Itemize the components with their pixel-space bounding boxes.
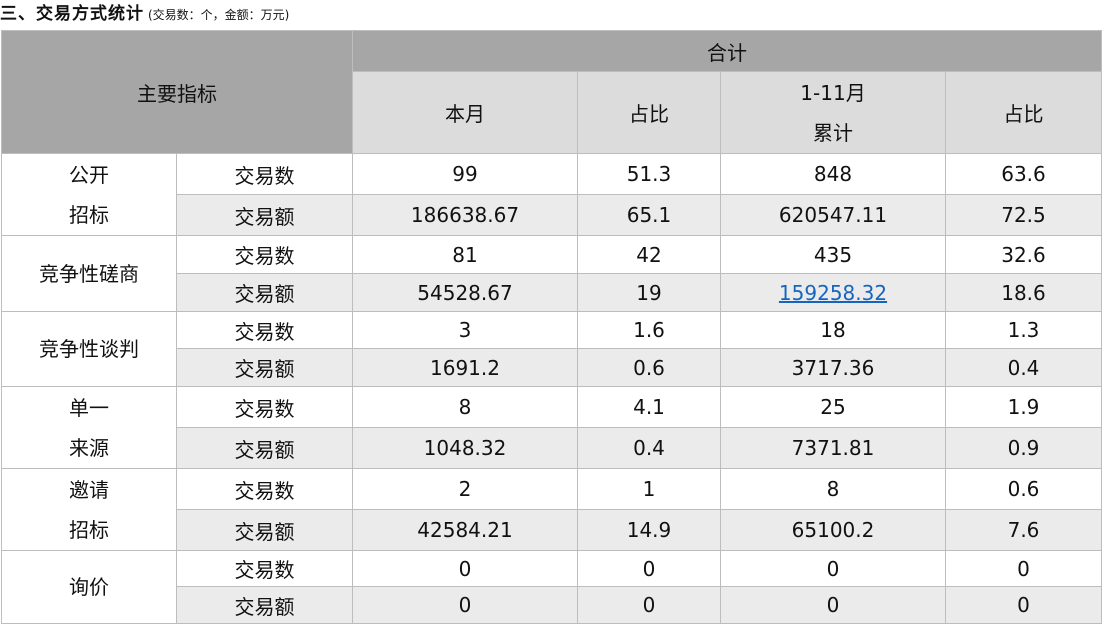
metric-cell: 交易数 — [176, 550, 353, 587]
month-value-cell: 42584.21 — [352, 509, 578, 551]
table-body: 公开 招标 交易数 99 51.3 848 63.6 交易额 186638.67 65.1 6205… — [1, 153, 1102, 624]
cumulative-share-cell: 0 — [945, 550, 1102, 587]
cumulative-share-header: 占比 — [945, 71, 1102, 154]
cumulative-header-line1: 1-11月 — [800, 80, 866, 105]
month-share-header: 占比 — [577, 71, 721, 154]
table-row: 公开 招标 交易数 99 51.3 848 63.6 — [1, 153, 1102, 236]
cumulative-share-cell: 1.9 — [945, 386, 1102, 428]
month-value-cell: 186638.67 — [352, 194, 578, 236]
row-group-label-line: 询价 — [69, 575, 109, 599]
cumulative-value-cell: 159258.32 — [720, 273, 946, 312]
month-share-cell: 0 — [577, 550, 721, 587]
metric-cell: 交易额 — [176, 427, 353, 469]
month-share-cell: 0.6 — [577, 348, 721, 387]
section-title-text: 三、交易方式统计 — [0, 4, 144, 24]
cumulative-share-cell: 7.6 — [945, 509, 1102, 551]
month-share-cell: 0.4 — [577, 427, 721, 469]
row-group-label: 单一 来源 — [1, 386, 177, 469]
row-group-label: 询价 — [1, 550, 177, 624]
row-group-label-line: 公开 — [69, 162, 109, 187]
total-header: 合计 — [352, 30, 1102, 72]
row-group-label-line: 竞争性磋商 — [39, 261, 139, 286]
metric-cell: 交易数 — [176, 468, 353, 510]
metric-cell: 交易额 — [176, 273, 353, 312]
month-share-cell: 4.1 — [577, 386, 721, 428]
row-group-label: 竞争性谈判 — [1, 311, 177, 387]
month-value-cell: 8 — [352, 386, 578, 428]
row-group-label: 公开 招标 — [1, 153, 177, 236]
cumulative-value-cell: 435 — [720, 235, 946, 274]
cumulative-share-cell: 0.9 — [945, 427, 1102, 469]
row-group-label-line: 竞争性谈判 — [39, 337, 139, 361]
cumulative-share-cell: 63.6 — [945, 153, 1102, 195]
cumulative-value-cell: 18 — [720, 311, 946, 349]
metric-cell: 交易额 — [176, 194, 353, 236]
month-share-cell: 14.9 — [577, 509, 721, 551]
month-share-cell: 42 — [577, 235, 721, 274]
cumulative-value-cell: 0 — [720, 586, 946, 624]
cumulative-value-cell: 620547.11 — [720, 194, 946, 236]
cumulative-share-cell: 1.3 — [945, 311, 1102, 349]
cumulative-share-cell: 18.6 — [945, 273, 1102, 312]
cumulative-value-cell: 8 — [720, 468, 946, 510]
row-group-label-line: 邀请 — [69, 477, 109, 502]
month-value-cell: 54528.67 — [352, 273, 578, 312]
month-share-cell: 1.6 — [577, 311, 721, 349]
month-share-cell: 19 — [577, 273, 721, 312]
month-value-cell: 2 — [352, 468, 578, 510]
row-group-label-line: 单一 — [69, 395, 109, 420]
table-row: 单一 来源 交易数 8 4.1 25 1.9 — [1, 386, 1102, 469]
cumulative-value-cell: 65100.2 — [720, 509, 946, 551]
section-title: 三、交易方式统计 (交易数：个，金额：万元) — [0, 0, 289, 28]
table-row: 竞争性磋商 交易数 81 42 435 32.6 — [1, 235, 1102, 312]
row-group-label-line: 来源 — [69, 435, 109, 460]
row-group-label: 竞争性磋商 — [1, 235, 177, 312]
transaction-method-table: 主要指标 合计 本月 占比 1-11月 累计 占比 公开 招标 交易数 99 51.3 8… — [1, 30, 1102, 624]
cumulative-value-cell: 3717.36 — [720, 348, 946, 387]
month-share-cell: 1 — [577, 468, 721, 510]
metric-cell: 交易数 — [176, 386, 353, 428]
cumulative-value-link[interactable]: 159258.32 — [779, 281, 887, 305]
cumulative-share-cell: 72.5 — [945, 194, 1102, 236]
month-value-cell: 1691.2 — [352, 348, 578, 387]
this-month-header: 本月 — [352, 71, 578, 154]
metric-cell: 交易数 — [176, 235, 353, 274]
table-row: 询价 交易数 0 0 0 0 — [1, 550, 1102, 624]
cumulative-value-cell: 25 — [720, 386, 946, 428]
month-value-cell: 81 — [352, 235, 578, 274]
cumulative-value-cell: 0 — [720, 550, 946, 587]
month-share-cell: 51.3 — [577, 153, 721, 195]
table-row: 邀请 招标 交易数 2 1 8 0.6 — [1, 468, 1102, 551]
month-value-cell: 1048.32 — [352, 427, 578, 469]
month-share-cell: 0 — [577, 586, 721, 624]
month-value-cell: 99 — [352, 153, 578, 195]
metric-cell: 交易额 — [176, 509, 353, 551]
month-value-cell: 0 — [352, 550, 578, 587]
month-share-cell: 65.1 — [577, 194, 721, 236]
metric-cell: 交易数 — [176, 153, 353, 195]
table-row: 竞争性谈判 交易数 3 1.6 18 1.3 — [1, 311, 1102, 387]
cumulative-header-line2: 累计 — [813, 120, 853, 145]
cumulative-share-cell: 32.6 — [945, 235, 1102, 274]
section-subtitle: (交易数：个，金额：万元) — [148, 8, 290, 22]
cumulative-header: 1-11月 累计 — [720, 71, 946, 154]
row-group-label: 邀请 招标 — [1, 468, 177, 551]
row-group-label-line: 招标 — [69, 517, 109, 542]
row-group-label-line: 招标 — [69, 202, 109, 227]
main-indicator-header: 主要指标 — [1, 30, 353, 154]
cumulative-share-cell: 0.4 — [945, 348, 1102, 387]
cumulative-share-cell: 0 — [945, 586, 1102, 624]
cumulative-value-cell: 7371.81 — [720, 427, 946, 469]
metric-cell: 交易额 — [176, 348, 353, 387]
cumulative-share-cell: 0.6 — [945, 468, 1102, 510]
metric-cell: 交易额 — [176, 586, 353, 624]
cumulative-value-cell: 848 — [720, 153, 946, 195]
metric-cell: 交易数 — [176, 311, 353, 349]
month-value-cell: 0 — [352, 586, 578, 624]
month-value-cell: 3 — [352, 311, 578, 349]
